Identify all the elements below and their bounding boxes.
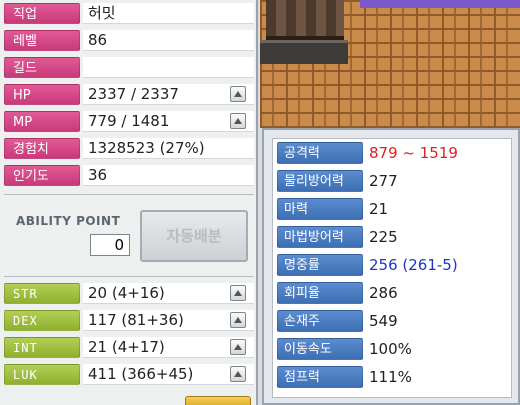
detail-row-magic: 마력 21 — [277, 197, 509, 221]
detail-row-magic-defense: 마법방어력 225 — [277, 225, 509, 249]
luk-label: LUK — [4, 364, 80, 385]
jump-value: 111% — [369, 368, 412, 386]
stone-ledge — [260, 40, 348, 64]
arrow-up-icon — [234, 118, 242, 124]
stat-row-job: 직업 허밋 — [4, 2, 254, 25]
dex-up-button[interactable] — [230, 312, 246, 328]
mp-up-button[interactable] — [230, 113, 246, 129]
arrow-up-icon — [234, 91, 242, 97]
dex-label: DEX — [4, 310, 80, 331]
magic-defense-label: 마법방어력 — [277, 226, 363, 248]
ability-point-value: 0 — [90, 234, 130, 256]
attribute-row-dex: DEX 117 (81+36) — [4, 309, 254, 332]
detail-row-avoidability: 회피율 286 — [277, 281, 509, 305]
detail-row-jump: 점프력 111% — [277, 365, 509, 389]
detail-row-hands: 손재주 549 — [277, 309, 509, 333]
exp-label: 경험치 — [4, 138, 80, 159]
stat-row-mp: MP 779 / 1481 — [4, 110, 254, 133]
speed-value: 100% — [369, 340, 412, 358]
attack-label: 공격력 — [277, 142, 363, 164]
accuracy-label: 명중률 — [277, 254, 363, 276]
ability-point-title: ABILITY POINT — [16, 214, 121, 228]
arrow-up-icon — [234, 371, 242, 377]
physical-defense-value: 277 — [369, 172, 398, 190]
wooden-door — [266, 0, 344, 40]
attack-value: 879 ~ 1519 — [369, 144, 458, 162]
attribute-row-int: INT 21 (4+17) — [4, 336, 254, 359]
str-up-button[interactable] — [230, 285, 246, 301]
detail-row-speed: 이동속도 100% — [277, 337, 509, 361]
ability-point-section: ABILITY POINT 0 자동배분 — [4, 200, 254, 272]
stat-row-exp: 경험치 1328523 (27%) — [4, 137, 254, 160]
str-label: STR — [4, 283, 80, 304]
stat-row-fame: 인기도 36 — [4, 164, 254, 187]
magic-value: 21 — [369, 200, 389, 218]
arrow-up-icon — [234, 317, 242, 323]
job-value: 허밋 — [83, 3, 254, 24]
int-value: 21 (4+17) — [83, 337, 254, 358]
luk-up-button[interactable] — [230, 366, 246, 382]
guild-label: 길드 — [4, 57, 80, 78]
character-stat-window: 직업 허밋 레벨 86 길드 HP 2337 / 2337 MP 779 / 1… — [0, 0, 258, 405]
exp-value: 1328523 (27%) — [83, 138, 254, 159]
arrow-up-icon — [234, 290, 242, 296]
level-label: 레벨 — [4, 30, 80, 51]
arrow-up-icon — [234, 344, 242, 350]
divider — [4, 194, 254, 195]
hp-up-button[interactable] — [230, 86, 246, 102]
jump-label: 점프력 — [277, 366, 363, 388]
detail-toggle-button[interactable] — [185, 396, 251, 405]
hp-value: 2337 / 2337 — [83, 84, 254, 105]
fame-label: 인기도 — [4, 165, 80, 186]
hp-label: HP — [4, 84, 80, 105]
divider — [4, 276, 254, 277]
game-background — [260, 0, 520, 128]
dex-value: 117 (81+36) — [83, 310, 254, 331]
int-label: INT — [4, 337, 80, 358]
mp-value: 779 / 1481 — [83, 111, 254, 132]
avoidability-value: 286 — [369, 284, 398, 302]
stat-row-guild: 길드 — [4, 56, 254, 79]
speed-label: 이동속도 — [277, 338, 363, 360]
magic-label: 마력 — [277, 198, 363, 220]
detail-row-physical-defense: 물리방어력 277 — [277, 169, 509, 193]
str-value: 20 (4+16) — [83, 283, 254, 304]
attribute-row-str: STR 20 (4+16) — [4, 282, 254, 305]
hands-label: 손재주 — [277, 310, 363, 332]
detail-row-accuracy: 명중률 256 (261-5) — [277, 253, 509, 277]
avoidability-label: 회피율 — [277, 282, 363, 304]
fame-value: 36 — [83, 165, 254, 186]
luk-value: 411 (366+45) — [83, 364, 254, 385]
stat-row-hp: HP 2337 / 2337 — [4, 83, 254, 106]
job-label: 직업 — [4, 3, 80, 24]
hands-value: 549 — [369, 312, 398, 330]
detail-row-attack: 공격력 879 ~ 1519 — [277, 141, 509, 165]
level-value: 86 — [83, 30, 254, 51]
mp-label: MP — [4, 111, 80, 132]
stat-row-level: 레벨 86 — [4, 29, 254, 52]
accuracy-value: 256 (261-5) — [369, 256, 458, 274]
attribute-row-luk: LUK 411 (366+45) — [4, 363, 254, 386]
magic-defense-value: 225 — [369, 228, 398, 246]
detail-stat-window: 공격력 879 ~ 1519 물리방어력 277 마력 21 마법방어력 225… — [262, 128, 520, 405]
int-up-button[interactable] — [230, 339, 246, 355]
detail-stat-list: 공격력 879 ~ 1519 물리방어력 277 마력 21 마법방어력 225… — [272, 138, 512, 398]
sky-strip — [360, 0, 520, 8]
physical-defense-label: 물리방어력 — [277, 170, 363, 192]
auto-assign-button[interactable]: 자동배분 — [140, 210, 248, 262]
guild-value — [83, 57, 254, 78]
